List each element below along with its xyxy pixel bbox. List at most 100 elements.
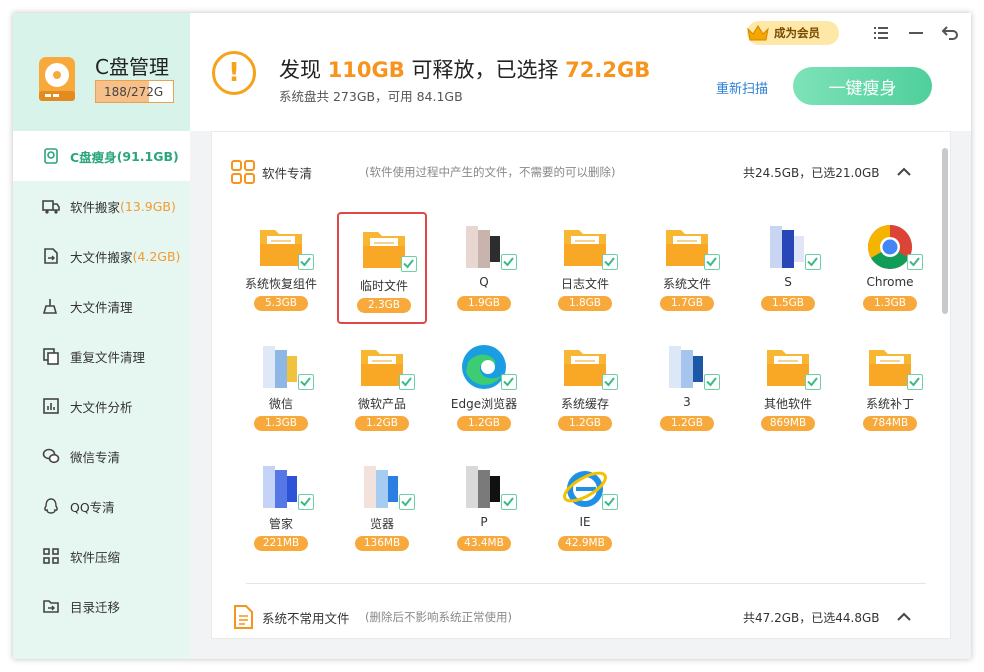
file-tile[interactable]: 其他软件 869MB xyxy=(743,332,833,444)
menu-list-icon[interactable] xyxy=(872,24,890,42)
tile-checkbox[interactable] xyxy=(805,374,821,390)
sidebar-item-2[interactable]: 大文件搬家 (4.2GB) xyxy=(13,231,190,281)
sidebar-item-3[interactable]: 大文件清理 xyxy=(13,281,190,331)
file-tile[interactable]: 管家 221MB xyxy=(236,452,326,564)
file-tile[interactable]: 览器 136MB xyxy=(337,452,427,564)
tile-checkbox[interactable] xyxy=(298,374,314,390)
disk-slim-icon xyxy=(41,146,61,166)
disk-usage-text: 188/272G xyxy=(104,85,164,99)
file-tile[interactable]: IE 42.9MB xyxy=(540,452,630,564)
vip-button[interactable]: 成为会员 xyxy=(747,21,839,45)
section-desc: (软件使用过程中产生的文件，不需要的可以删除) xyxy=(365,165,616,179)
chevron-up-icon[interactable] xyxy=(896,164,912,180)
tile-name: 临时文件 xyxy=(359,279,408,293)
sidebar-item-label: 大文件清理 xyxy=(70,299,133,315)
disk-summary: 系统盘共 273GB，可用 84.1GB xyxy=(279,89,463,104)
sidebar-item-label: 软件搬家 xyxy=(70,199,121,215)
tile-name: P xyxy=(480,515,488,529)
rescan-link[interactable]: 重新扫描 xyxy=(716,78,768,97)
sidebar-item-6[interactable]: 微信专清 xyxy=(13,431,190,481)
file-tile[interactable]: 3 1.2GB xyxy=(642,332,732,444)
file-tile[interactable]: 系统文件 1.7GB xyxy=(642,212,732,324)
section-system-unused: 系统不常用文件 (删除后不影响系统正常使用) 共47.2GB，已选44.8GB xyxy=(212,587,937,647)
back-icon[interactable] xyxy=(941,24,959,42)
file-tile[interactable]: P 43.4MB xyxy=(439,452,529,564)
tile-size-badge: 42.9MB xyxy=(558,536,612,551)
tile-name: 系统文件 xyxy=(662,277,711,291)
tile-checkbox[interactable] xyxy=(602,374,618,390)
file-tile[interactable]: 临时文件 2.3GB xyxy=(337,212,427,324)
tile-checkbox[interactable] xyxy=(501,254,517,270)
duplicate-icon xyxy=(41,346,61,366)
tile-size-badge: 1.9GB xyxy=(457,296,511,311)
sidebar-item-count: (91.1GB) xyxy=(116,148,179,164)
file-tile[interactable]: 日志文件 1.8GB xyxy=(540,212,630,324)
tile-checkbox[interactable] xyxy=(401,256,417,272)
sidebar-item-4[interactable]: 重复文件清理 xyxy=(13,331,190,381)
sidebar-nav: C盘瘦身 (91.1GB) 软件搬家 (13.9GB) 大文件搬家 (4.2GB) 大文件清… xyxy=(13,131,190,631)
tile-checkbox[interactable] xyxy=(907,254,923,270)
tile-checkbox[interactable] xyxy=(399,374,415,390)
chart-icon xyxy=(41,396,61,416)
sidebar-item-8[interactable]: 软件压缩 xyxy=(13,531,190,581)
scrollbar[interactable] xyxy=(942,148,948,314)
tile-name: 3 xyxy=(683,395,691,409)
crown-icon xyxy=(747,25,769,41)
tile-checkbox[interactable] xyxy=(704,254,720,270)
sidebar: C盘管理 188/272G C盘瘦身 (91.1GB) 软件搬家 (13.9GB) 大文… xyxy=(13,13,190,659)
sidebar-header: C盘管理 188/272G xyxy=(13,13,190,131)
sidebar-item-count: (13.9GB) xyxy=(120,198,176,214)
sidebar-item-1[interactable]: 软件搬家 (13.9GB) xyxy=(13,181,190,231)
file-tile[interactable]: S 1.5GB xyxy=(743,212,833,324)
chevron-up-icon[interactable] xyxy=(896,609,912,625)
file-tile[interactable]: 系统补丁 784MB xyxy=(845,332,935,444)
tile-checkbox[interactable] xyxy=(602,494,618,510)
tile-name: 系统缓存 xyxy=(560,397,609,411)
tile-size-badge: 1.2GB xyxy=(558,416,612,431)
sidebar-item-7[interactable]: QQ专清 xyxy=(13,481,190,531)
file-tile[interactable]: Edge浏览器 1.2GB xyxy=(439,332,529,444)
tile-checkbox[interactable] xyxy=(501,494,517,510)
tile-checkbox[interactable] xyxy=(298,494,314,510)
file-tile[interactable]: 系统缓存 1.2GB xyxy=(540,332,630,444)
tile-name: 系统补丁 xyxy=(865,397,914,411)
sidebar-item-0[interactable]: C盘瘦身 (91.1GB) xyxy=(13,131,190,181)
content-panel: 软件专清 (软件使用过程中产生的文件，不需要的可以删除) 共24.5GB，已选2… xyxy=(211,131,951,639)
tile-name: 日志文件 xyxy=(560,277,609,291)
summary-middle: 可释放，已选择 xyxy=(404,58,566,82)
tile-size-badge: 1.2GB xyxy=(355,416,409,431)
tile-checkbox[interactable] xyxy=(805,254,821,270)
wechat-icon xyxy=(41,446,61,466)
sidebar-item-label: 大文件搬家 xyxy=(70,249,133,265)
tile-name: IE xyxy=(579,515,591,529)
section-desc: (删除后不影响系统正常使用) xyxy=(365,610,512,624)
sidebar-item-label: C盘瘦身 xyxy=(70,149,117,165)
section-software-clean: 软件专清 (软件使用过程中产生的文件，不需要的可以删除) 共24.5GB，已选2… xyxy=(212,142,937,202)
free-size: 110GB xyxy=(327,58,405,82)
sidebar-item-label: 目录迁移 xyxy=(70,599,121,615)
summary-prefix: 发现 xyxy=(279,58,328,82)
tile-checkbox[interactable] xyxy=(399,494,415,510)
minimize-icon[interactable] xyxy=(907,24,925,42)
file-tile[interactable]: 微软产品 1.2GB xyxy=(337,332,427,444)
tile-name: Chrome xyxy=(866,275,914,289)
sidebar-item-9[interactable]: 目录迁移 xyxy=(13,581,190,631)
tile-checkbox[interactable] xyxy=(501,374,517,390)
file-tile[interactable]: 系统恢复组件 5.3GB xyxy=(236,212,326,324)
tile-size-badge: 136MB xyxy=(355,536,409,551)
file-tile[interactable]: 微信 1.3GB xyxy=(236,332,326,444)
apps-grid-icon xyxy=(231,160,255,184)
tile-checkbox[interactable] xyxy=(298,254,314,270)
one-click-slim-button[interactable]: 一键瘦身 xyxy=(793,67,932,105)
tile-name: 微软产品 xyxy=(357,397,406,411)
sidebar-item-5[interactable]: 大文件分析 xyxy=(13,381,190,431)
tile-checkbox[interactable] xyxy=(704,374,720,390)
tile-checkbox[interactable] xyxy=(602,254,618,270)
tile-name: Q xyxy=(479,275,489,289)
section-title: 系统不常用文件 xyxy=(262,610,350,626)
file-tile[interactable]: Chrome 1.3GB xyxy=(845,212,935,324)
section-stat: 共24.5GB，已选21.0GB xyxy=(743,165,880,180)
tile-checkbox[interactable] xyxy=(907,374,923,390)
compress-icon xyxy=(41,546,61,566)
file-tile[interactable]: Q 1.9GB xyxy=(439,212,529,324)
